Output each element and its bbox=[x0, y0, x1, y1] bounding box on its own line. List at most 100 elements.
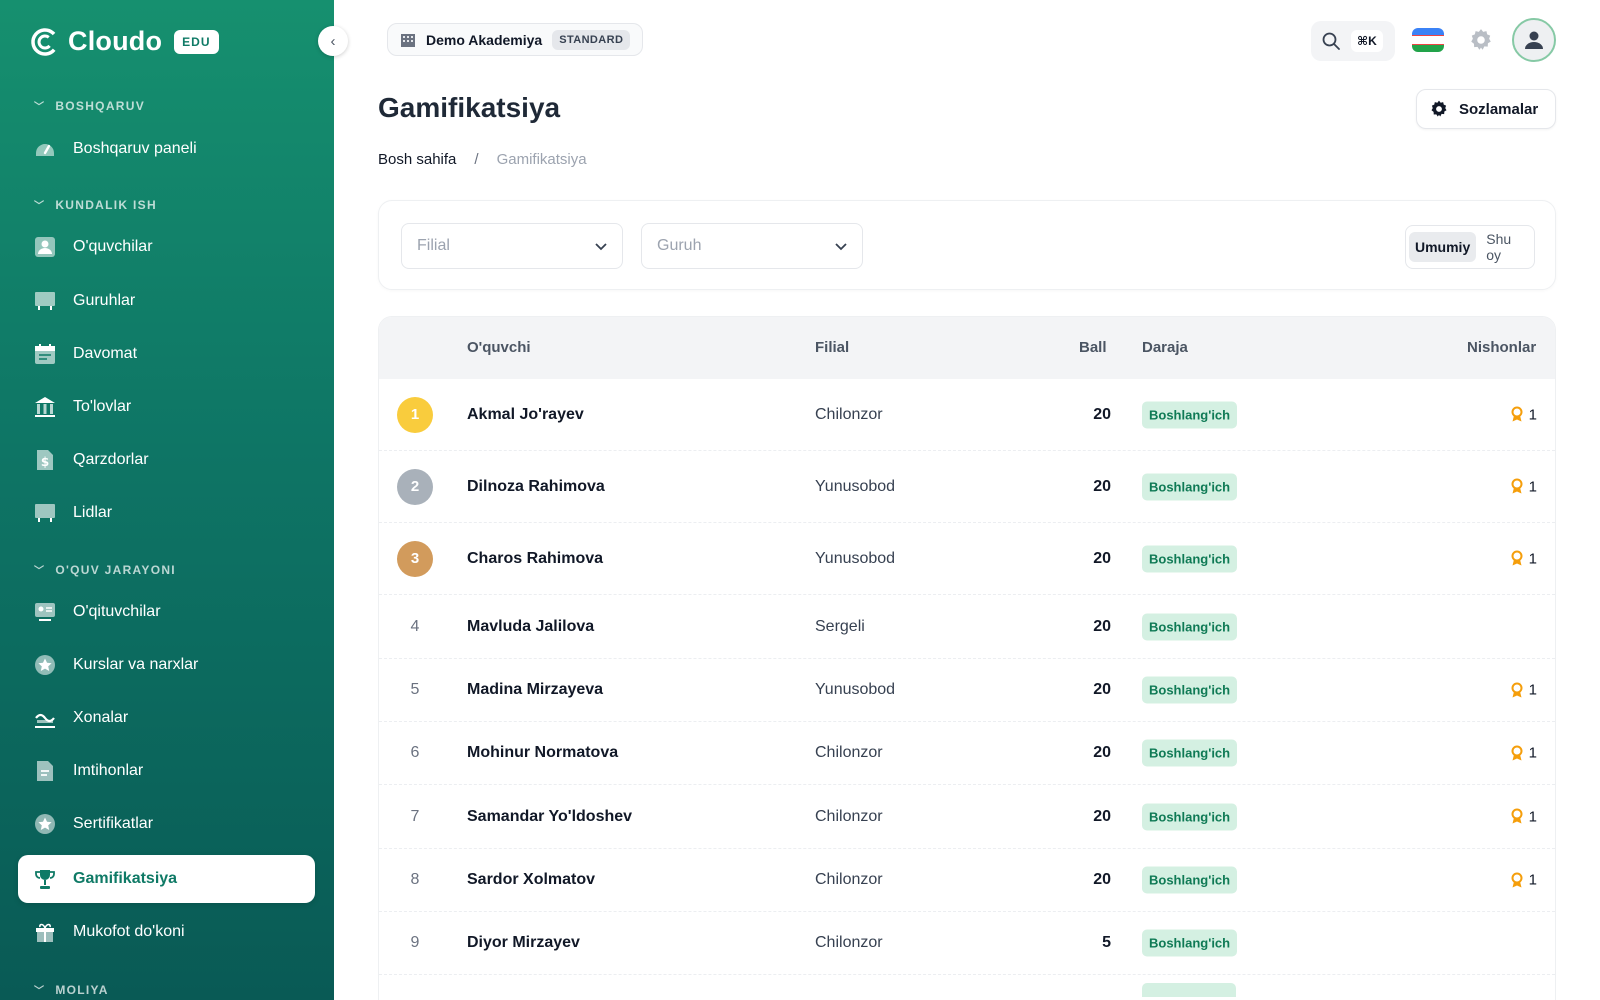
sidebar-item-students[interactable]: O'quvchilar bbox=[18, 223, 315, 271]
sidebar-item-rooms[interactable]: Xonalar bbox=[18, 694, 315, 742]
breadcrumb-separator: / bbox=[474, 151, 479, 168]
rank-number: 6 bbox=[410, 744, 420, 761]
level-badge bbox=[1142, 983, 1236, 997]
section-title: MOLIYA bbox=[55, 982, 109, 997]
table-row[interactable]: 3 Charos Rahimova Yunusobod 20 Boshlang'… bbox=[379, 523, 1555, 595]
section-oquv-jarayoni[interactable]: ﹀ O'QUV JARAYONI bbox=[34, 562, 176, 578]
sidebar-item-leads[interactable]: Lidlar bbox=[18, 489, 315, 537]
page-title: Gamifikatsiya bbox=[378, 92, 561, 123]
group-select[interactable]: Guruh bbox=[641, 223, 863, 269]
gear-icon[interactable] bbox=[1468, 27, 1494, 53]
chevron-down-icon: ﹀ bbox=[34, 102, 46, 113]
sidebar-item-attendance[interactable]: Davomat bbox=[18, 330, 315, 378]
badges-value: 1 bbox=[1528, 406, 1537, 423]
sidebar-item-label: Davomat bbox=[73, 345, 138, 362]
trophy-icon bbox=[33, 867, 57, 891]
badges-value: 1 bbox=[1528, 550, 1537, 567]
sidebar-item-label: Gamifikatsiya bbox=[73, 870, 178, 887]
student-score: 20 bbox=[1093, 744, 1111, 761]
column-header-score[interactable]: Ball bbox=[1079, 339, 1107, 356]
sidebar-item-debtors[interactable]: $ Qarzdorlar bbox=[18, 436, 315, 484]
sidebar-item-teachers[interactable]: O'qituvchilar bbox=[18, 588, 315, 636]
sidebar-item-reward-shop[interactable]: Mukofot do'koni bbox=[18, 908, 315, 956]
student-name[interactable]: Mavluda Jalilova bbox=[467, 618, 594, 636]
sidebar-item-label: To'lovlar bbox=[73, 398, 132, 415]
sidebar-item-label: Boshqaruv paneli bbox=[73, 140, 197, 157]
student-branch: Yunusobod bbox=[815, 477, 896, 495]
section-title: KUNDALIK ISH bbox=[55, 197, 157, 212]
brand-edu-badge: EDU bbox=[174, 29, 219, 54]
level-badge: Boshlang'ich bbox=[1142, 676, 1238, 704]
award-ribbon-icon bbox=[1511, 478, 1523, 494]
student-name[interactable]: Sardor Xolmatov bbox=[467, 871, 595, 889]
organization-switcher[interactable]: Demo Akademiya STANDARD bbox=[387, 23, 644, 56]
sidebar-item-certificates[interactable]: Sertifikatlar bbox=[18, 800, 315, 848]
sidebar: Cloudo EDU ﹀ BOSHQARUV Boshqaruv paneli … bbox=[0, 0, 334, 1000]
settings-button[interactable]: Sozlamalar bbox=[1416, 89, 1556, 129]
table-row[interactable]: 8 Sardor Xolmatov Chilonzor 20 Boshlang'… bbox=[379, 849, 1555, 912]
student-name[interactable]: Mohinur Normatova bbox=[467, 744, 618, 762]
chevron-left-icon: ‹ bbox=[330, 32, 336, 50]
student-branch: Sergeli bbox=[815, 617, 865, 635]
table-row[interactable]: 1 Akmal Jo'rayev Chilonzor 20 Boshlang'i… bbox=[379, 379, 1555, 451]
student-branch: Yunusobod bbox=[815, 549, 896, 567]
level-badge: Boshlang'ich bbox=[1142, 929, 1238, 957]
certificate-icon bbox=[33, 812, 57, 836]
period-option-this-month[interactable]: Shu oy bbox=[1480, 224, 1531, 270]
student-name[interactable]: Madina Mirzayeva bbox=[467, 681, 603, 699]
column-header-badges[interactable]: Nishonlar bbox=[1467, 339, 1536, 356]
sidebar-item-groups[interactable]: Guruhlar bbox=[18, 277, 315, 325]
level-badge: Boshlang'ich bbox=[1142, 613, 1238, 640]
sidebar-item-payments[interactable]: To'lovlar bbox=[18, 383, 315, 431]
student-name[interactable]: Diyor Mirzayev bbox=[467, 934, 580, 952]
plan-badge: STANDARD bbox=[552, 29, 631, 50]
sidebar-item-label: O'quvchilar bbox=[73, 238, 153, 255]
chevron-down-icon: ﹀ bbox=[34, 201, 46, 212]
breadcrumb-home[interactable]: Bosh sahifa bbox=[378, 151, 456, 168]
student-name[interactable]: Dilnoza Rahimova bbox=[467, 478, 605, 496]
exam-icon bbox=[33, 759, 57, 783]
column-header-level[interactable]: Daraja bbox=[1142, 339, 1188, 356]
table-row[interactable]: 7 Samandar Yo'ldoshev Chilonzor 20 Boshl… bbox=[379, 785, 1555, 849]
student-name[interactable]: Charos Rahimova bbox=[467, 550, 603, 568]
column-header-student[interactable]: O'quvchi bbox=[467, 339, 531, 356]
badges-value: 1 bbox=[1528, 871, 1537, 889]
search-button[interactable]: ⌘K bbox=[1311, 21, 1395, 61]
rank-medal: 1 bbox=[397, 396, 433, 433]
level-badge: Boshlang'ich bbox=[1142, 739, 1238, 767]
table-row[interactable]: 5 Madina Mirzayeva Yunusobod 20 Boshlang… bbox=[379, 659, 1555, 722]
language-flag-icon[interactable] bbox=[1412, 28, 1444, 52]
student-branch: Chilonzor bbox=[815, 807, 883, 825]
sidebar-item-dashboard[interactable]: Boshqaruv paneli bbox=[18, 125, 315, 173]
table-header: O'quvchi Filial Ball Daraja Nishonlar bbox=[379, 317, 1555, 379]
student-branch: Chilonzor bbox=[815, 871, 883, 888]
table-row[interactable]: 2 Dilnoza Rahimova Yunusobod 20 Boshlang… bbox=[379, 451, 1555, 523]
student-name[interactable]: Akmal Jo'rayev bbox=[467, 406, 584, 424]
table-row[interactable] bbox=[379, 975, 1555, 1000]
leaderboard-table: O'quvchi Filial Ball Daraja Nishonlar 1 … bbox=[378, 316, 1556, 1000]
column-header-branch[interactable]: Filial bbox=[815, 339, 849, 356]
user-avatar[interactable] bbox=[1512, 18, 1556, 62]
sidebar-item-courses[interactable]: Kurslar va narxlar bbox=[18, 641, 315, 689]
section-kundalik-ish[interactable]: ﹀ KUNDALIK ISH bbox=[34, 197, 157, 213]
branch-select[interactable]: Filial bbox=[401, 223, 623, 269]
level-badge: Boshlang'ich bbox=[1142, 401, 1238, 428]
period-option-overall[interactable]: Umumiy bbox=[1409, 232, 1477, 262]
sidebar-item-gamification[interactable]: Gamifikatsiya bbox=[18, 855, 315, 903]
student-score: 5 bbox=[1102, 934, 1111, 951]
chevron-down-icon: ﹀ bbox=[34, 986, 46, 997]
sidebar-collapse-button[interactable]: ‹ bbox=[318, 26, 348, 56]
badges-value: 1 bbox=[1528, 808, 1537, 825]
brand-logo[interactable]: Cloudo EDU bbox=[30, 26, 219, 57]
dollar-doc-icon: $ bbox=[33, 448, 57, 472]
student-name[interactable]: Samandar Yo'ldoshev bbox=[467, 808, 632, 826]
sidebar-item-exams[interactable]: Imtihonlar bbox=[18, 747, 315, 795]
section-boshqaruv[interactable]: ﹀ BOSHQARUV bbox=[34, 98, 145, 114]
sidebar-item-label: Lidlar bbox=[73, 504, 113, 521]
sidebar-item-label: Guruhlar bbox=[73, 292, 136, 309]
table-row[interactable]: 9 Diyor Mirzayev Chilonzor 5 Boshlang'ic… bbox=[379, 912, 1555, 975]
brand-name: Cloudo bbox=[68, 26, 163, 56]
section-moliya[interactable]: ﹀ MOLIYA bbox=[34, 982, 109, 998]
table-row[interactable]: 4 Mavluda Jalilova Sergeli 20 Boshlang'i… bbox=[379, 595, 1555, 659]
table-row[interactable]: 6 Mohinur Normatova Chilonzor 20 Boshlan… bbox=[379, 722, 1555, 785]
